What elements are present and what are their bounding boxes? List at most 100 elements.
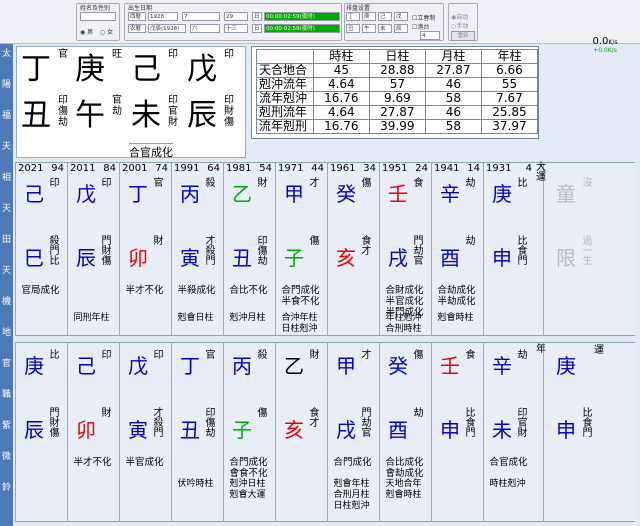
pillar-age: 4 [525, 163, 532, 174]
pillar-branch: 申 [440, 418, 460, 442]
pillar-branch-tags: 劫 [465, 236, 476, 247]
extra-column: 年庚申比 食 門 運 [536, 343, 613, 521]
pillar-age: 84 [103, 163, 116, 174]
lunar-month-field[interactable]: 六 [190, 24, 220, 33]
pillar-branch: 巳 [24, 246, 44, 270]
speed-value: 0.0 [592, 36, 609, 47]
month-field[interactable]: 7 [182, 12, 220, 21]
pillar-branch-tags: 財 [101, 408, 112, 419]
sidebar-char: 鈴 [1, 483, 11, 493]
lunar-day2-field[interactable]: 日 [252, 24, 262, 33]
pillar-branch: 丑 [180, 418, 200, 442]
pillar-branch: 亥 [336, 246, 356, 270]
pillar-stem-tag: 印 [153, 350, 164, 361]
pillar-stem: 辛 [492, 354, 512, 378]
stem-month-select[interactable]: 己 [378, 12, 392, 21]
pillar-branch: 戌 [388, 246, 408, 270]
pillar-column: 庚比辰門 財 傷 [15, 343, 64, 521]
pillar-stem: 丙 [232, 354, 252, 378]
sidebar-char: 官 [1, 359, 11, 369]
natal-stem-tag: 印 [224, 49, 234, 60]
pillar-stem: 戊 [76, 182, 96, 206]
calendar-select[interactable]: 西暦 [128, 12, 146, 21]
count-field[interactable]: 4 [420, 31, 440, 40]
branch-year-select[interactable]: 辰 [394, 24, 408, 33]
branch-day-select[interactable]: 午 [362, 24, 376, 33]
pillar-stem: 壬 [440, 354, 460, 378]
natal-branch: 辰 [187, 98, 217, 133]
pillar-stem: 癸 [336, 182, 356, 206]
sidebar-char: 天 [1, 204, 11, 214]
liunian-band: 庚比辰門 財 傷己印卯財半才不化戊印寅才 殺 門半官成化丁官丑印 傷 劫丙殺子傷… [15, 342, 635, 522]
auto-radio[interactable]: ◉自动 [451, 12, 468, 21]
pillar-stem-tag: 食 [413, 178, 424, 189]
pillar-branch-tags: 財 [153, 236, 164, 247]
pillar-stem-tag: 印 [101, 350, 112, 361]
manual-radio[interactable]: ○手动 [451, 21, 468, 30]
pillar-stem-tag: 才 [309, 178, 320, 189]
lichun-checkbox[interactable]: ☐立春制 [412, 13, 435, 22]
pillar-stem-tag: 劫 [465, 178, 476, 189]
extra-column: 大 運童沒限過 一 生 [536, 163, 613, 335]
pillar-note: 會劫成化 [385, 468, 424, 479]
pillar-stem-tag: 比 [517, 178, 528, 189]
trade-checkbox[interactable]: ☐港台 [412, 22, 429, 31]
speed-indicator: 0.0K/s +0.0K/s [585, 36, 625, 54]
pillar-note: 半官成化 [125, 457, 164, 468]
pillar-age: 44 [311, 163, 324, 174]
pillar-column: 2011 84 戊印辰門 財 傷 [67, 163, 116, 335]
pillar-year: 1991 [174, 163, 200, 174]
pillar-stem-tag: 傷 [361, 178, 372, 189]
pillar-column: 2021 94 己印巳殺 門 比官局成化 [15, 163, 64, 335]
pillar-stem-tag: 比 [49, 350, 60, 361]
pillar-year: 2011 [70, 163, 96, 174]
pillar-age: 94 [51, 163, 64, 174]
strength-header: 時柱 [312, 49, 370, 64]
strength-cell: 39.99 [368, 119, 426, 134]
branch-month-select[interactable]: 未 [378, 24, 392, 33]
pillar-branch-tags: 食 才 [309, 408, 320, 429]
pillar-branch-tags: 印 官 財 [517, 408, 528, 439]
branch-hour-select[interactable]: 丑 [346, 24, 360, 33]
pillar-stem-tag: 印 [49, 178, 60, 189]
calendar2-select[interactable]: 农暦 [128, 24, 146, 33]
pillar-branch-tags: 門 財 傷 [49, 408, 60, 439]
lunar-year-field[interactable]: 戊辰(1928) [148, 24, 186, 33]
stem-year-select[interactable]: 戊 [394, 12, 408, 21]
pillar-branch-tags: 劫 [413, 408, 424, 419]
pillar-column: 1951 24 壬食戌門 劫 官合財成化 半官成化 半門成化 [379, 163, 428, 335]
pillar-branch-tags: 食 才 [361, 236, 372, 257]
pillar-column: 1961 34 癸傷亥食 才 [327, 163, 376, 335]
pillar-stem-tag: 財 [309, 350, 320, 361]
strength-header: 年柱 [480, 49, 539, 64]
relation-note: 剋會大運 [229, 490, 266, 500]
sidebar-char: 陽 [1, 80, 11, 90]
day-field[interactable]: 29 [224, 12, 248, 21]
pillar-branch: 辰 [76, 246, 96, 270]
female-radio[interactable]: ○ 女 [100, 27, 113, 36]
time2-field[interactable]: 00:00:02:59(夜时) [264, 24, 340, 33]
pillar-stem: 丁 [180, 354, 200, 378]
lunar-day-field[interactable]: 十三 [224, 24, 248, 33]
name-field[interactable] [80, 12, 116, 21]
pillar-age: 24 [415, 163, 428, 174]
pillar-branch: 寅 [128, 418, 148, 442]
pillar-branch: 丑 [232, 246, 252, 270]
reset-button[interactable]: 重新 [451, 31, 475, 41]
relation-note: 剋會時柱 [385, 490, 422, 500]
dayun-band: 2021 94 己印巳殺 門 比官局成化 2011 84 戊印辰門 財 傷 2001 74 丁官… [15, 162, 635, 336]
pillar-branch: 申 [492, 246, 512, 270]
pillar-age: 74 [155, 163, 168, 174]
male-radio[interactable]: ◉ 男 [80, 27, 93, 36]
time-field[interactable]: 00:00:02:59(夜时) [264, 12, 340, 21]
stem-day-select[interactable]: 庚 [362, 12, 376, 21]
pillar-year: 2021 [18, 163, 44, 174]
pillar-age: 54 [259, 163, 272, 174]
year-field[interactable]: 1928 [148, 12, 178, 21]
stem-hour-select[interactable]: 丁 [346, 12, 360, 21]
pillar-branch-tags: 印 傷 劫 [257, 236, 268, 267]
extra-stem-tag: 沒 [582, 178, 593, 189]
pillar-age: 34 [363, 163, 376, 174]
extra-branch: 限 [556, 246, 576, 270]
hour-field[interactable]: 日 [252, 12, 262, 21]
